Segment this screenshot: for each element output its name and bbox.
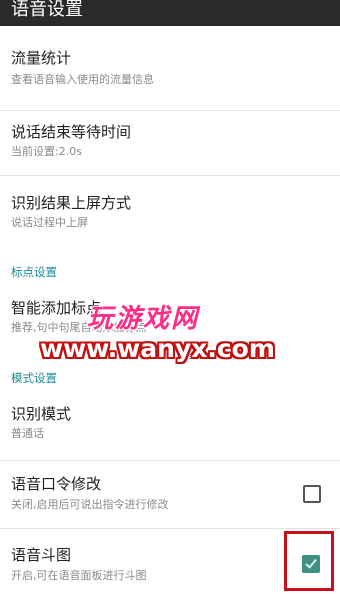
category-punctuation: 标点设置	[11, 265, 57, 279]
app-bar: 语音设置	[0, 0, 340, 26]
page-title: 语音设置	[11, 0, 83, 20]
setting-title: 说话结束等待时间	[11, 123, 132, 141]
setting-recognition-mode[interactable]: 识别模式 普通话	[0, 395, 340, 455]
setting-wait-time[interactable]: 说话结束等待时间 当前设置:2.0s	[0, 111, 340, 173]
highlight-box	[284, 531, 334, 591]
setting-subtitle: 当前设置:2.0s	[11, 145, 82, 158]
setting-subtitle: 开启,可在语音面板进行斗图	[11, 569, 147, 582]
setting-title: 语音斗图	[11, 546, 72, 564]
watermark-url: www.wanyx.com	[40, 334, 275, 363]
voice-command-checkbox[interactable]	[303, 485, 321, 503]
setting-subtitle: 查看语音输入使用的流量信息	[11, 73, 154, 86]
setting-subtitle: 说话过程中上屏	[11, 216, 88, 229]
setting-subtitle: 关闭,启用后可说出指令进行修改	[11, 498, 169, 511]
watermark-logo-text: 玩游戏网	[87, 304, 200, 334]
category-mode: 模式设置	[11, 371, 57, 385]
setting-title: 流量统计	[11, 49, 72, 67]
setting-title: 识别结果上屏方式	[11, 194, 132, 212]
setting-title: 识别模式	[11, 405, 72, 423]
setting-result-display[interactable]: 识别结果上屏方式 说话过程中上屏	[0, 176, 340, 240]
setting-subtitle: 普通话	[11, 427, 44, 440]
setting-title: 语音口令修改	[11, 475, 102, 493]
setting-voice-command[interactable]: 语音口令修改 关闭,启用后可说出指令进行修改	[0, 461, 340, 527]
setting-traffic-stats[interactable]: 流量统计 查看语音输入使用的流量信息	[0, 40, 340, 98]
